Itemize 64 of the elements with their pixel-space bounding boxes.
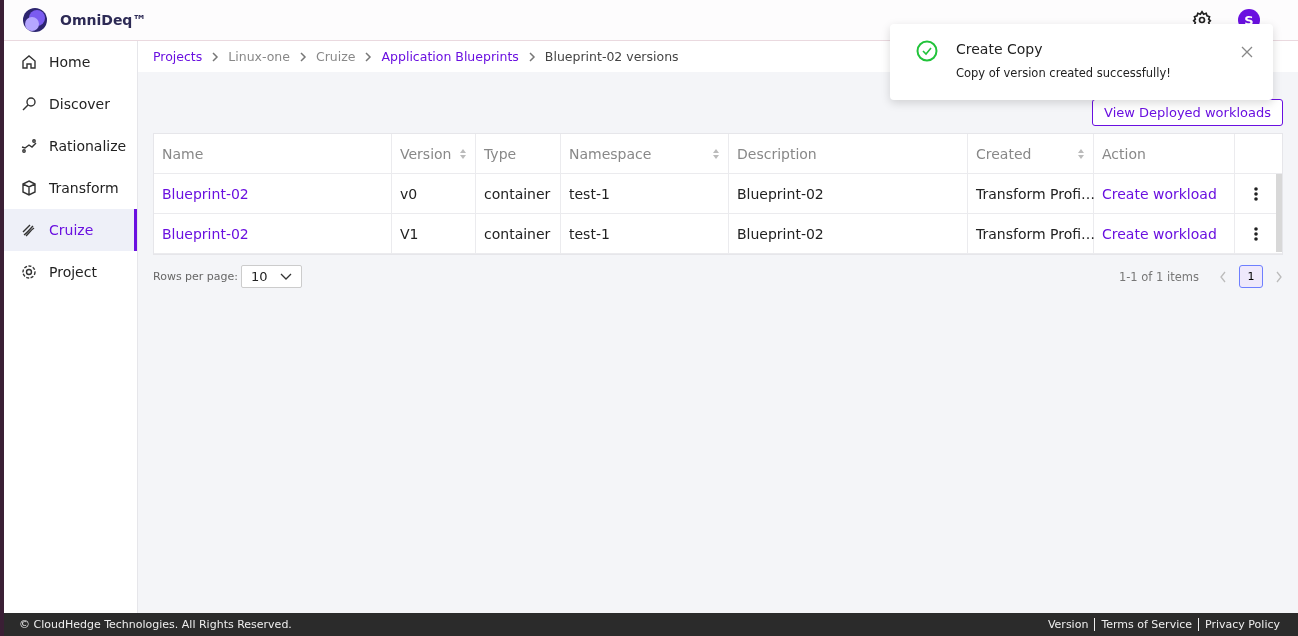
brand-name: OmniDeq™ (60, 12, 147, 28)
logo-icon (22, 7, 48, 33)
sort-icon[interactable] (712, 147, 720, 160)
sort-icon[interactable] (459, 147, 467, 160)
close-icon[interactable] (1241, 46, 1253, 58)
page-button[interactable]: 1 (1239, 265, 1263, 288)
toast-title: Create Copy (956, 41, 1044, 57)
column-header[interactable]: Namespace (561, 134, 729, 173)
sidebar-item[interactable]: Project (4, 251, 137, 293)
view-deployed-workloads-button[interactable]: View Deployed workloads (1092, 99, 1283, 126)
rows-per-page-label: Rows per page: (153, 270, 239, 283)
table-cell: Transform Profi… (976, 225, 1096, 242)
table-cell: test-1 (569, 225, 610, 242)
breadcrumb-item: Linux-one (228, 49, 290, 64)
magnifier-icon (21, 96, 37, 112)
breadcrumb-link[interactable]: Application Blueprints (381, 49, 519, 64)
table-cell: container (484, 225, 551, 242)
home-icon (21, 54, 37, 70)
chevron-icon (527, 51, 536, 62)
sidebar-item[interactable]: Discover (4, 83, 137, 125)
column-header: Description (729, 134, 968, 173)
more-icon[interactable] (1254, 186, 1258, 201)
column-header: Name (154, 134, 392, 173)
breadcrumb-link[interactable]: Projects (153, 49, 203, 64)
toast-message: Copy of version created successfully! (956, 66, 1172, 80)
table-cell: Blueprint-02 (737, 225, 824, 242)
create-workload-link[interactable]: Create workload (1102, 185, 1217, 202)
success-icon (916, 40, 938, 62)
chevron-down-icon (279, 272, 292, 281)
column-header[interactable]: Created (968, 134, 1094, 173)
copyright-text: © CloudHedge Technologies. All Rights Reserved. (19, 618, 292, 631)
table-cell: v0 (400, 185, 418, 202)
blueprint-link[interactable]: Blueprint-02 (162, 185, 249, 202)
breadcrumb-item: Blueprint-02 versions (544, 49, 679, 64)
create-workload-link[interactable]: Create workload (1102, 225, 1217, 242)
sidebar-item[interactable]: Transform (4, 167, 137, 209)
previous-page-icon[interactable] (1219, 270, 1227, 283)
chevron-icon (364, 51, 373, 62)
breadcrumb-item: Cruize (315, 49, 356, 64)
cube-icon (21, 180, 37, 196)
column-header[interactable]: Version (392, 134, 476, 173)
gear-icon (21, 264, 37, 280)
sort-icon[interactable] (1077, 147, 1085, 160)
column-header: Type (476, 134, 561, 173)
rows-per-page-select[interactable]: 10 (241, 265, 302, 288)
chevron-icon (298, 51, 307, 62)
items-range: 1-1 of 1 items (1118, 269, 1199, 284)
column-header: Action (1094, 134, 1235, 173)
chevron-icon (211, 51, 220, 62)
next-page-icon[interactable] (1275, 270, 1283, 283)
sidebar-item[interactable]: Rationalize (4, 125, 137, 167)
blueprint-link[interactable]: Blueprint-02 (162, 225, 249, 242)
footer-link[interactable]: Terms of Service (1094, 618, 1199, 631)
sidebar-item[interactable]: Home (4, 41, 137, 83)
table-cell: Transform Profi… (976, 185, 1096, 202)
table-cell: V1 (400, 225, 419, 242)
footer-link[interactable]: Privacy Policy (1198, 618, 1286, 631)
scatter-icon (21, 138, 37, 154)
more-icon[interactable] (1254, 226, 1258, 241)
table-cell: container (484, 185, 551, 202)
sidebar-item[interactable]: Cruize (4, 209, 137, 251)
table-cell: Blueprint-02 (737, 185, 824, 202)
table-cell: test-1 (569, 185, 610, 202)
footer-link[interactable]: Version (1041, 618, 1095, 631)
